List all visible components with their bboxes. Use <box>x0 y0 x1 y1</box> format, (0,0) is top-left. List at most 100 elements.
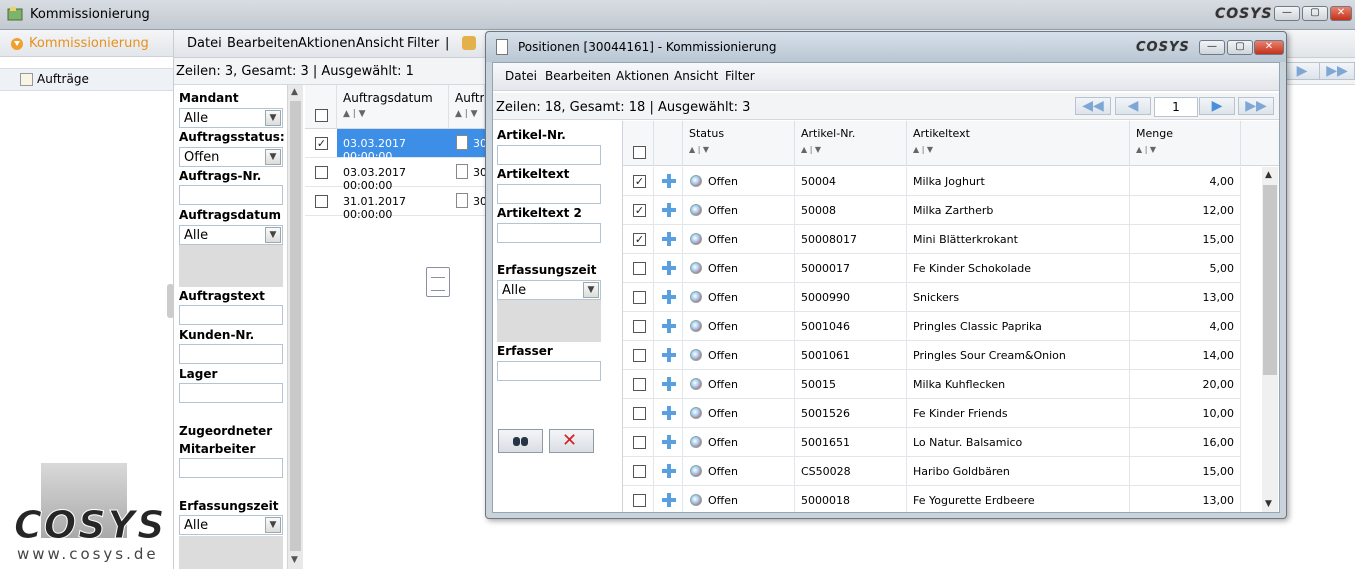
filter-mandant-select[interactable]: Alle ▼ <box>179 108 283 128</box>
row-checkbox[interactable] <box>633 465 646 478</box>
move-icon[interactable] <box>662 435 676 449</box>
filter-scrollbar[interactable]: ▲ ▼ <box>287 85 303 569</box>
row-checkbox[interactable] <box>633 262 646 275</box>
menu-aktionen[interactable]: Aktionen <box>298 36 356 51</box>
dialog-menu-filter[interactable]: Filter <box>725 69 755 83</box>
filter-auftragsdatum-select[interactable]: Alle ▼ <box>179 225 283 245</box>
main-pager-last[interactable]: ▶▶ <box>1319 62 1355 80</box>
scroll-up-icon[interactable]: ▲ <box>1265 170 1272 180</box>
dialog-menu-bearbeiten[interactable]: Bearbeiten <box>545 69 611 83</box>
row-checkbox[interactable] <box>315 166 328 179</box>
scroll-up-icon[interactable]: ▲ <box>291 87 298 97</box>
pager-next-button[interactable]: ▶ <box>1199 97 1235 115</box>
chevron-down-icon[interactable]: ▼ <box>583 282 599 298</box>
chevron-down-icon[interactable]: ▼ <box>265 149 281 165</box>
table-row[interactable]: Offen 5000018 Fe Yogurette Erdbeere 13,00 <box>623 486 1241 512</box>
move-icon[interactable] <box>662 261 676 275</box>
table-row[interactable]: ✓ Offen 50008017 Mini Blätterkrokant 15,00 <box>623 225 1241 254</box>
search-button[interactable] <box>498 429 543 453</box>
dlg-filter-artikeltext2-input[interactable] <box>497 223 601 243</box>
sort-icon[interactable]: ▲ | ▼ <box>801 145 821 154</box>
row-checkbox[interactable] <box>633 407 646 420</box>
filter-lager-input[interactable] <box>179 383 283 403</box>
chevron-down-icon[interactable]: ▼ <box>265 517 281 533</box>
move-icon[interactable] <box>662 290 676 304</box>
main-pager-next[interactable]: ▶ <box>1284 62 1320 80</box>
table-row[interactable]: Offen 5001651 Lo Natur. Balsamico 16,00 <box>623 428 1241 457</box>
sidebar-header[interactable]: Kommissionierung <box>0 30 173 57</box>
sort-icon[interactable]: ▲ | ▼ <box>455 109 478 119</box>
move-icon[interactable] <box>662 377 676 391</box>
sort-icon[interactable]: ▲ | ▼ <box>343 109 366 119</box>
row-checkbox[interactable] <box>633 349 646 362</box>
table-row[interactable]: Offen 50015 Milka Kuhflecken 20,00 <box>623 370 1241 399</box>
pager-first-button[interactable]: ◀◀ <box>1075 97 1111 115</box>
move-icon[interactable] <box>662 348 676 362</box>
filter-scrollbar-thumb[interactable] <box>290 101 301 551</box>
menu-filter[interactable]: Filter <box>407 36 439 51</box>
pager-page-input[interactable]: 1 <box>1154 97 1198 117</box>
move-icon[interactable] <box>662 319 676 333</box>
filter-kundennr-input[interactable] <box>179 344 283 364</box>
scroll-down-icon[interactable]: ▼ <box>291 555 298 565</box>
dialog-close-button[interactable]: ✕ <box>1254 40 1284 55</box>
grid-scrollbar[interactable]: ▲ ▼ <box>1262 167 1278 512</box>
clear-filter-button[interactable]: ✕ <box>549 429 594 453</box>
close-button[interactable]: ✕ <box>1330 6 1352 21</box>
dialog-menu-datei[interactable]: Datei <box>505 69 537 83</box>
filter-mitarbeiter-input[interactable] <box>179 458 283 478</box>
settings-icon[interactable] <box>462 36 476 50</box>
table-row[interactable]: ✓ Offen 50008 Milka Zartherb 12,00 <box>623 196 1241 225</box>
move-icon[interactable] <box>662 232 676 246</box>
dialog-minimize-button[interactable]: — <box>1199 40 1225 55</box>
menu-datei[interactable]: Datei <box>187 36 222 51</box>
move-icon[interactable] <box>662 493 676 507</box>
sidebar-item-auftraege[interactable]: Aufträge <box>0 68 173 91</box>
table-row[interactable]: Offen 5000990 Snickers 13,00 <box>623 283 1241 312</box>
grid-scrollbar-thumb[interactable] <box>1263 185 1277 375</box>
table-row[interactable]: Offen 5001526 Fe Kinder Friends 10,00 <box>623 399 1241 428</box>
dlg-filter-artikeltext-input[interactable] <box>497 184 601 204</box>
move-icon[interactable] <box>662 406 676 420</box>
table-row[interactable]: 03.03.2017 00:00:00 300 <box>305 158 485 192</box>
table-row[interactable]: Offen 5001061 Pringles Sour Cream&Onion 14,… <box>623 341 1241 370</box>
filter-auftragstext-input[interactable] <box>179 305 283 325</box>
select-all-checkbox[interactable] <box>315 109 328 122</box>
dialog-menu-aktionen[interactable]: Aktionen <box>616 69 669 83</box>
filter-auftragsnr-input[interactable] <box>179 185 283 205</box>
pager-prev-button[interactable]: ◀ <box>1115 97 1151 115</box>
table-row[interactable]: ✓ Offen 50004 Milka Joghurt 4,00 <box>623 167 1241 196</box>
dlg-filter-erfasser-input[interactable] <box>497 361 601 381</box>
chevron-down-icon[interactable]: ▼ <box>265 110 281 126</box>
row-checkbox[interactable]: ✓ <box>315 137 328 150</box>
row-checkbox[interactable] <box>633 320 646 333</box>
chevron-down-icon[interactable]: ▼ <box>265 227 281 243</box>
table-row[interactable]: Offen 5001046 Pringles Classic Paprika 4,00 <box>623 312 1241 341</box>
row-checkbox[interactable]: ✓ <box>633 175 646 188</box>
grid-select-all-checkbox[interactable] <box>633 146 646 159</box>
main-table-header-auftrag[interactable]: Auftrag ▲ | ▼ <box>449 85 485 129</box>
maximize-button[interactable]: ▢ <box>1302 6 1328 21</box>
sort-icon[interactable]: ▲ | ▼ <box>689 145 709 154</box>
splitter-handle[interactable] <box>167 284 174 318</box>
row-checkbox[interactable] <box>633 436 646 449</box>
move-icon[interactable] <box>662 203 676 217</box>
menu-bearbeiten[interactable]: Bearbeiten <box>227 36 298 51</box>
row-checkbox[interactable] <box>633 378 646 391</box>
row-checkbox[interactable] <box>633 494 646 507</box>
menu-ansicht[interactable]: Ansicht <box>356 36 404 51</box>
row-checkbox[interactable]: ✓ <box>633 233 646 246</box>
grid-header-menge[interactable]: Menge ▲ | ▼ <box>1130 121 1241 166</box>
dlg-filter-erfassungszeit-select[interactable]: Alle ▼ <box>497 280 601 300</box>
move-icon[interactable] <box>662 174 676 188</box>
row-checkbox[interactable] <box>633 291 646 304</box>
table-row[interactable]: 31.01.2017 00:00:00 300 <box>305 187 485 221</box>
sort-icon[interactable]: ▲ | ▼ <box>1136 145 1156 154</box>
minimize-button[interactable]: — <box>1274 6 1300 21</box>
move-icon[interactable] <box>662 464 676 478</box>
filter-auftragsstatus-select[interactable]: Offen ▼ <box>179 147 283 167</box>
dlg-filter-artikelnr-input[interactable] <box>497 145 601 165</box>
table-row[interactable]: Offen 5000017 Fe Kinder Schokolade 5,00 <box>623 254 1241 283</box>
dialog-maximize-button[interactable]: ▢ <box>1227 40 1253 55</box>
row-checkbox[interactable]: ✓ <box>633 204 646 217</box>
